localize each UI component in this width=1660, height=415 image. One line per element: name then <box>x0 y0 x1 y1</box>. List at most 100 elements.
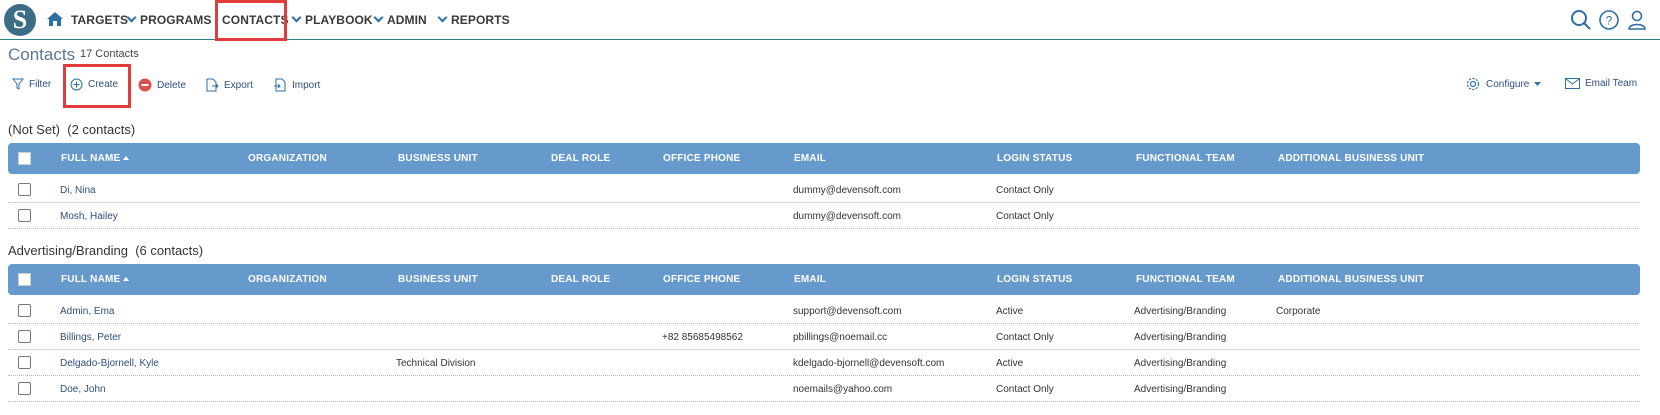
svg-text:?: ? <box>1606 14 1613 28</box>
col-additional-business-unit[interactable]: ADDITIONAL BUSINESS UNIT <box>1278 274 1424 285</box>
contacts-highlight-box <box>215 0 287 41</box>
contact-name-link[interactable]: Di, Nina <box>60 185 96 196</box>
table-row[interactable]: Billings, Peter +82 85685498562 pbilling… <box>8 324 1640 350</box>
contact-name-link[interactable]: Billings, Peter <box>60 332 121 343</box>
office-phone-cell: +82 85685498562 <box>662 332 743 343</box>
envelope-icon <box>1565 78 1580 89</box>
col-full-name[interactable]: FULL NAME <box>61 153 130 164</box>
email-cell: pbillings@noemail.cc <box>793 332 888 343</box>
chevron-down-icon <box>437 12 448 23</box>
app-logo[interactable]: S <box>4 4 36 36</box>
import-icon <box>274 78 286 92</box>
table-header: FULL NAME ORGANIZATION BUSINESS UNIT DEA… <box>8 143 1640 174</box>
filter-icon <box>12 78 24 90</box>
nav-admin[interactable]: ADMIN <box>373 12 427 27</box>
import-button[interactable]: Import <box>273 78 320 92</box>
functional-team-cell: Advertising/Branding <box>1134 306 1227 317</box>
help-icon[interactable]: ? <box>1598 9 1620 31</box>
email-cell: dummy@devensoft.com <box>793 185 901 196</box>
nav-targets[interactable]: TARGETS <box>71 13 128 27</box>
home-icon[interactable] <box>46 11 64 27</box>
table-header: FULL NAME ORGANIZATION BUSINESS UNIT DEA… <box>8 264 1640 295</box>
sort-ascending-icon <box>123 156 130 160</box>
login-status-cell: Active <box>996 306 1024 317</box>
email-team-label: Email Team <box>1585 78 1638 89</box>
col-deal-role[interactable]: DEAL ROLE <box>551 153 610 164</box>
functional-team-cell: Advertising/Branding <box>1134 358 1227 369</box>
group-header-not-set: (Not Set) (2 contacts) <box>8 122 136 137</box>
export-label: Export <box>224 79 253 91</box>
functional-team-cell: Advertising/Branding <box>1134 384 1227 395</box>
login-status-cell: Active <box>996 358 1024 369</box>
row-checkbox[interactable] <box>18 304 31 317</box>
col-email[interactable]: EMAIL <box>794 153 826 164</box>
col-login-status[interactable]: LOGIN STATUS <box>997 153 1072 164</box>
select-all-checkbox[interactable] <box>18 152 31 165</box>
table-row[interactable]: Mosh, Hailey dummy@devensoft.com Contact… <box>8 203 1640 229</box>
group-header-advertising-branding: Advertising/Branding (6 contacts) <box>8 243 204 258</box>
additional-business-unit-cell: Corporate <box>1276 306 1321 317</box>
filter-label: Filter <box>29 78 52 90</box>
gear-icon <box>1466 77 1480 91</box>
col-functional-team[interactable]: FUNCTIONAL TEAM <box>1136 153 1235 164</box>
page-title: Contacts <box>8 45 76 64</box>
login-status-cell: Contact Only <box>996 384 1054 395</box>
col-deal-role[interactable]: DEAL ROLE <box>551 274 610 285</box>
contact-count: 17 Contacts <box>80 48 139 60</box>
caret-down-icon <box>1534 81 1542 86</box>
contact-name-link[interactable]: Doe, John <box>60 384 106 395</box>
col-office-phone[interactable]: OFFICE PHONE <box>663 274 740 285</box>
col-login-status[interactable]: LOGIN STATUS <box>997 274 1072 285</box>
import-label: Import <box>292 79 321 91</box>
nav-reports[interactable]: REPORTS <box>437 12 510 27</box>
row-checkbox[interactable] <box>18 382 31 395</box>
email-cell: dummy@devensoft.com <box>793 211 901 222</box>
login-status-cell: Contact Only <box>996 185 1054 196</box>
contact-name-link[interactable]: Admin, Ema <box>60 306 114 317</box>
col-organization[interactable]: ORGANIZATION <box>248 153 327 164</box>
nav-playbook[interactable]: PLAYBOOK <box>291 12 373 27</box>
row-checkbox[interactable] <box>18 209 31 222</box>
functional-team-cell: Advertising/Branding <box>1134 332 1227 343</box>
table-row[interactable]: Delgado-Bjornell, Kyle Technical Divisio… <box>8 350 1640 376</box>
delete-button[interactable]: Delete <box>138 78 186 92</box>
table-row[interactable]: Di, Nina dummy@devensoft.com Contact Onl… <box>8 177 1640 203</box>
contact-name-link[interactable]: Mosh, Hailey <box>60 211 118 222</box>
login-status-cell: Contact Only <box>996 211 1054 222</box>
col-full-name[interactable]: FULL NAME <box>61 274 130 285</box>
user-icon[interactable] <box>1626 9 1648 31</box>
email-cell: support@devensoft.com <box>793 306 902 317</box>
col-business-unit[interactable]: BUSINESS UNIT <box>398 153 478 164</box>
email-team-button[interactable]: Email Team <box>1565 78 1637 89</box>
chevron-down-icon <box>373 12 384 23</box>
export-button[interactable]: Export <box>205 78 253 92</box>
table-row[interactable]: Doe, John noemails@yahoo.com Contact Onl… <box>8 376 1640 402</box>
delete-label: Delete <box>157 79 186 91</box>
row-checkbox[interactable] <box>18 356 31 369</box>
configure-button[interactable]: Configure <box>1465 76 1542 92</box>
delete-icon <box>138 78 152 92</box>
filter-button[interactable]: Filter <box>12 78 51 90</box>
login-status-cell: Contact Only <box>996 332 1054 343</box>
search-icon[interactable] <box>1570 9 1592 31</box>
col-business-unit[interactable]: BUSINESS UNIT <box>398 274 478 285</box>
contact-name-link[interactable]: Delgado-Bjornell, Kyle <box>60 358 159 369</box>
col-functional-team[interactable]: FUNCTIONAL TEAM <box>1136 274 1235 285</box>
configure-label: Configure <box>1486 78 1530 90</box>
col-organization[interactable]: ORGANIZATION <box>248 274 327 285</box>
sort-ascending-icon <box>123 277 130 281</box>
row-checkbox[interactable] <box>18 183 31 196</box>
business-unit-cell: Technical Division <box>396 358 476 369</box>
chevron-down-icon <box>291 12 302 23</box>
export-icon <box>206 78 219 92</box>
col-office-phone[interactable]: OFFICE PHONE <box>663 153 740 164</box>
select-all-checkbox[interactable] <box>18 273 31 286</box>
chevron-down-icon <box>126 12 137 23</box>
email-cell: kdelgado-bjornell@devensoft.com <box>793 358 945 369</box>
col-email[interactable]: EMAIL <box>794 274 826 285</box>
col-additional-business-unit[interactable]: ADDITIONAL BUSINESS UNIT <box>1278 153 1424 164</box>
top-nav: S TARGETS PROGRAMS CONTACTS PLAYBOOK ADM… <box>0 0 1660 41</box>
table-row[interactable]: Admin, Ema support@devensoft.com Active … <box>8 298 1640 324</box>
row-checkbox[interactable] <box>18 330 31 343</box>
nav-programs[interactable]: PROGRAMS <box>126 12 211 27</box>
